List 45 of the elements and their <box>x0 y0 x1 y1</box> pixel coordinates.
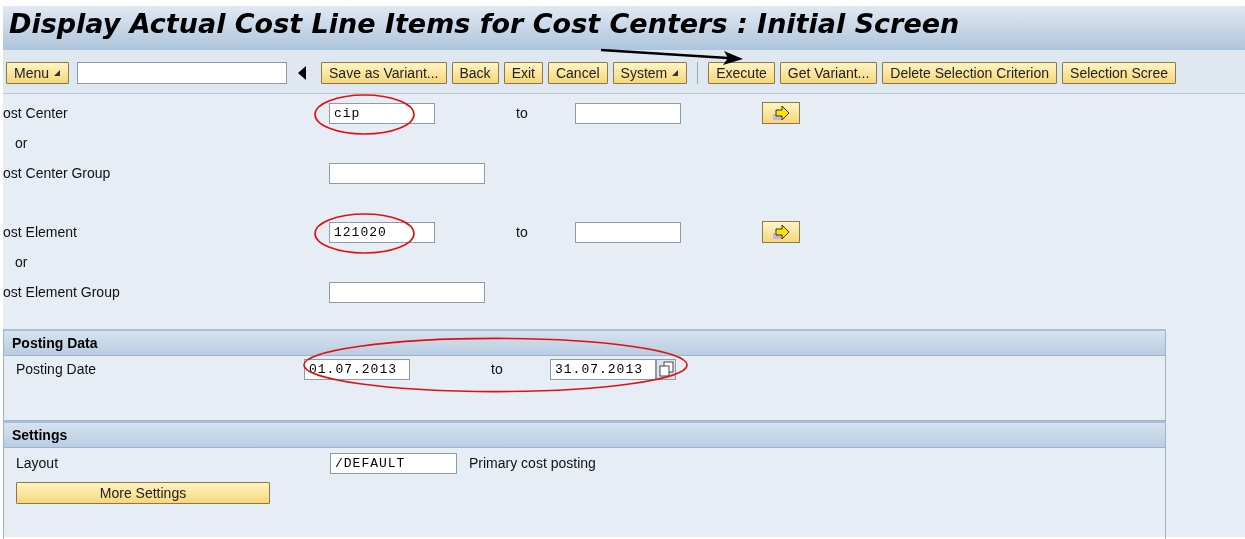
input-field[interactable]: /DEFAULT <box>330 452 457 474</box>
input-field[interactable]: cip <box>329 102 435 124</box>
toolbar-button[interactable]: Delete Selection Criterion <box>882 62 1058 84</box>
field-label: ost Center <box>3 105 69 121</box>
multiple-selection-button[interactable] <box>762 221 800 243</box>
more-settings-button[interactable]: More Settings <box>16 482 270 504</box>
toolbar-button[interactable]: Save as Variant... <box>321 62 447 84</box>
window-title: Display Actual Cost Line Items for Cost Centers : Initial Screen <box>9 8 960 39</box>
multiple-selection-button[interactable] <box>762 102 800 124</box>
to-label: to <box>515 105 529 121</box>
copy-icon <box>658 361 674 377</box>
input-field[interactable] <box>329 162 485 184</box>
toolbar-button[interactable]: Execute <box>708 62 775 84</box>
dropdown-button[interactable]: System <box>612 62 688 84</box>
field-label: ost Element <box>3 224 78 240</box>
input-field[interactable] <box>575 102 681 124</box>
calendar-button[interactable] <box>656 358 676 380</box>
command-field[interactable] <box>77 62 288 84</box>
collapse-triangle-icon[interactable] <box>298 66 307 80</box>
field-description: Primary cost posting <box>468 455 596 471</box>
section-title: Posting Data <box>12 335 98 351</box>
to-label: to <box>515 224 529 240</box>
dropdown-triangle-icon <box>53 69 62 77</box>
field-label: Layout <box>16 455 60 471</box>
input-field[interactable]: 121020 <box>329 221 435 243</box>
input-field[interactable] <box>329 281 485 303</box>
toolbar-button[interactable]: Cancel <box>547 62 608 84</box>
input-field[interactable] <box>575 221 681 243</box>
toolbar-button[interactable]: Exit <box>503 62 543 84</box>
input-field[interactable]: 31.07.2013 <box>550 358 656 380</box>
to-label: to <box>490 361 504 377</box>
dropdown-triangle-icon <box>671 69 680 77</box>
field-label: or <box>14 254 29 270</box>
field-label: ost Center Group <box>3 165 112 181</box>
section-title: Settings <box>12 427 68 443</box>
field-label: Posting Date <box>16 361 98 377</box>
dropdown-button[interactable]: Menu <box>6 62 70 84</box>
input-field[interactable]: 01.07.2013 <box>304 358 410 380</box>
toolbar-button[interactable]: Back <box>451 62 499 84</box>
field-label: or <box>14 135 29 151</box>
arrow-right-icon <box>772 224 790 240</box>
field-label: ost Element Group <box>3 284 121 300</box>
toolbar-button[interactable]: Get Variant... <box>779 62 878 84</box>
arrow-right-icon <box>772 105 790 121</box>
toolbar-button[interactable]: Selection Scree <box>1062 62 1177 84</box>
